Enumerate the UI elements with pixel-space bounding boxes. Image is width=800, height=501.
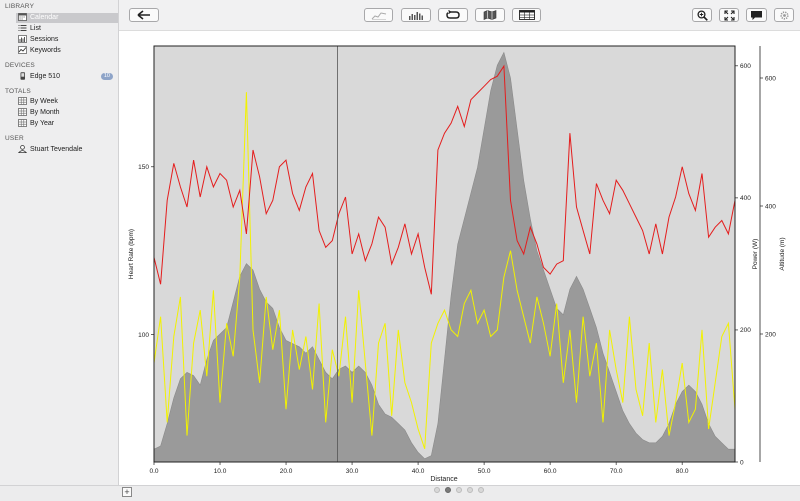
calendar-icon (18, 13, 27, 22)
power-tick-label: 600 (740, 63, 751, 70)
back-arrow-icon (137, 10, 150, 20)
sidebar-item-calendar[interactable]: Calendar (16, 13, 118, 23)
power-tick-label: 400 (740, 195, 751, 202)
altitude-tick-label: 400 (765, 203, 776, 210)
power-tick-label: 200 (740, 327, 751, 334)
bar-chart-view-button[interactable] (401, 8, 431, 22)
heart-rate-axis-label: Heart Rate (bpm) (128, 229, 135, 279)
table-view-button[interactable] (512, 8, 541, 22)
zoom-icon (696, 9, 708, 21)
sidebar-item-by-month-label: By Month (30, 109, 60, 116)
x-tick-label: 60.0 (544, 468, 557, 475)
sidebar-item-edge-510[interactable]: Edge 510 10 (18, 72, 117, 82)
sidebar-item-by-week-label: By Week (30, 98, 58, 105)
altitude-tick-label: 600 (765, 75, 776, 82)
sidebar-item-by-year[interactable]: By Year (18, 119, 117, 129)
power-axis-ticks: 0 200 400 600 (735, 63, 751, 466)
sidebar-item-user-label: Stuart Tevendale (30, 146, 83, 153)
fullscreen-icon (723, 9, 735, 21)
sidebar-item-list-label: List (30, 25, 41, 32)
sidebar-item-sessions-label: Sessions (30, 36, 59, 43)
power-axis-label: Power (W) (752, 239, 759, 270)
x-tick-label: 50.0 (478, 468, 491, 475)
altitude-axis-ticks: 200 400 600 (760, 75, 776, 338)
table-icon (518, 10, 535, 20)
sidebar-item-edge-510-label: Edge 510 (30, 73, 60, 80)
sidebar-item-keywords[interactable]: Keywords (18, 46, 117, 56)
settings-gear-icon (779, 10, 789, 20)
totals-icon (18, 119, 27, 128)
comment-button[interactable] (746, 8, 767, 22)
session-chart[interactable]: 0.0 10.0 20.0 30.0 40.0 50.0 60.0 70.0 80.0 1001… (119, 31, 800, 485)
map-icon (483, 10, 497, 20)
map-view-button[interactable] (475, 8, 505, 22)
list-icon (18, 25, 27, 32)
x-tick-label: 20.0 (280, 468, 293, 475)
sidebar-item-keywords-label: Keywords (30, 47, 61, 54)
x-tick-label: 0.0 (149, 468, 158, 475)
library-heading: LIBRARY (5, 3, 35, 10)
altitude-axis-label: Altitude (m) (779, 237, 786, 270)
line-chart-view-button[interactable] (364, 8, 393, 22)
user-icon (18, 145, 27, 154)
totals-heading: TOTALS (5, 88, 31, 95)
page-dot-4[interactable] (467, 487, 473, 493)
heart-rate-axis-ticks: 100 150 (138, 164, 154, 339)
sidebar-item-list[interactable]: List (18, 24, 117, 34)
sidebar-item-by-year-label: By Year (30, 120, 55, 127)
x-tick-label: 30.0 (346, 468, 359, 475)
sidebar: LIBRARY Calendar List Sessions Keywords … (0, 0, 119, 485)
zoom-button[interactable] (692, 8, 712, 22)
sessions-icon (18, 35, 27, 44)
fullscreen-button[interactable] (719, 8, 739, 22)
altitude-tick-label: 200 (765, 331, 776, 338)
add-button[interactable]: + (122, 487, 132, 497)
loop-view-button[interactable] (438, 8, 468, 22)
device-count-badge: 10 (100, 73, 113, 80)
loop-icon (446, 10, 460, 19)
line-chart-icon (371, 11, 386, 20)
x-axis-ticks: 0.0 10.0 20.0 30.0 40.0 50.0 60.0 70.0 80.0 (149, 462, 689, 475)
sidebar-item-sessions[interactable]: Sessions (18, 35, 117, 45)
hr-tick-label: 150 (138, 164, 149, 171)
devices-heading: DEVICES (5, 62, 35, 69)
page-dot-2[interactable] (445, 487, 451, 493)
x-tick-label: 70.0 (610, 468, 623, 475)
totals-icon (18, 97, 27, 106)
settings-button[interactable] (774, 8, 794, 22)
page-dot-1[interactable] (434, 487, 440, 493)
page-dot-3[interactable] (456, 487, 462, 493)
totals-icon (18, 108, 27, 117)
sidebar-item-calendar-label: Calendar (30, 14, 59, 21)
sidebar-item-by-month[interactable]: By Month (18, 108, 117, 118)
sidebar-item-user[interactable]: Stuart Tevendale (18, 145, 117, 155)
keywords-icon (18, 46, 27, 55)
x-axis-label: Distance (430, 476, 457, 483)
comment-icon (751, 10, 762, 20)
toolbar (119, 0, 800, 31)
device-icon (20, 72, 25, 80)
chart-area: 0.0 10.0 20.0 30.0 40.0 50.0 60.0 70.0 80.0 100 1… (119, 31, 800, 485)
x-tick-label: 10.0 (214, 468, 227, 475)
x-tick-label: 80.0 (676, 468, 689, 475)
user-heading: USER (5, 135, 24, 142)
hr-tick-label: 100 (138, 332, 149, 339)
bottom-bar (0, 485, 800, 501)
page-dot-5[interactable] (478, 487, 484, 493)
power-tick-label: 0 (740, 459, 744, 466)
bar-chart-icon (409, 11, 423, 20)
back-button[interactable] (129, 8, 159, 22)
sidebar-item-by-week[interactable]: By Week (18, 97, 117, 107)
x-tick-label: 40.0 (412, 468, 425, 475)
